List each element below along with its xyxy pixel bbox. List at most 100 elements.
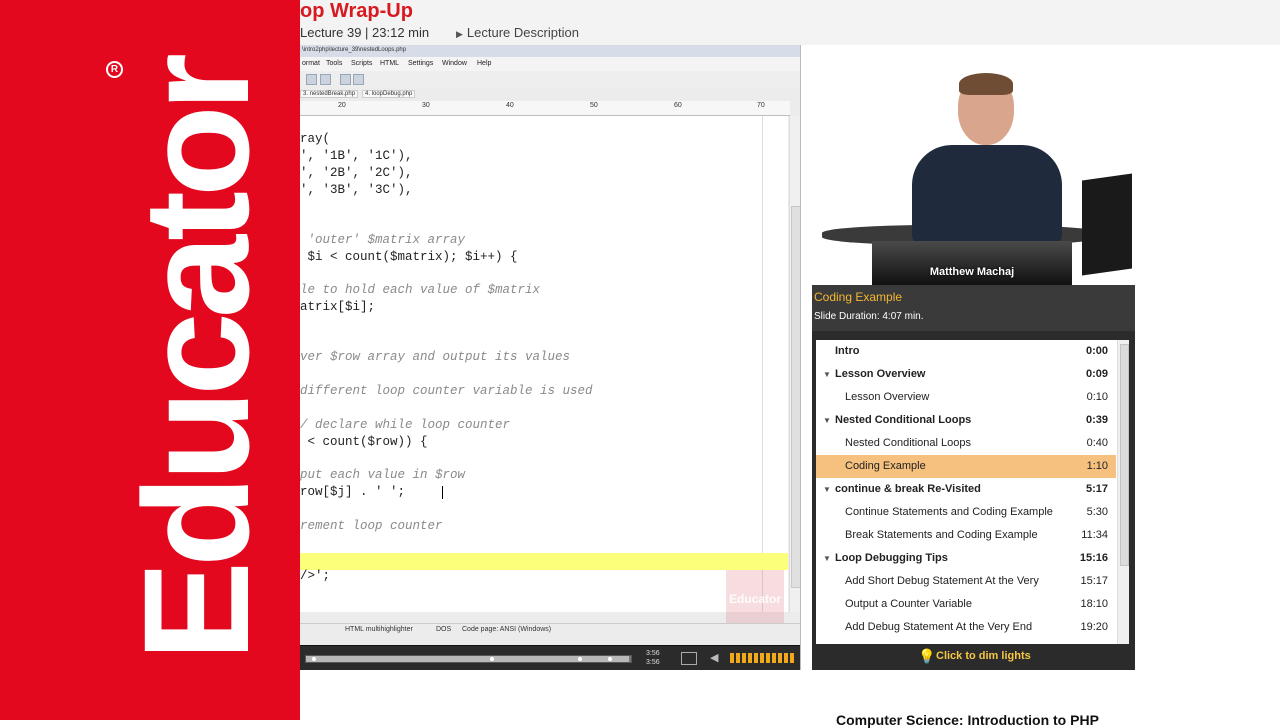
fullscreen-icon[interactable] [681, 652, 697, 665]
toolbar-icon [353, 74, 364, 85]
outline-row[interactable]: Break Statements and Coding Example 11:34 [816, 524, 1116, 547]
editor-menu-item: Help [477, 60, 492, 67]
outline-row-label: Add Debug Statement At the Very End [845, 621, 1033, 633]
editor-toolbar [300, 71, 800, 87]
presenter-name: Matthew Machaj [929, 266, 1015, 278]
outline-row[interactable]: Output a Counter Variable 18:10 [816, 593, 1116, 616]
ruler-tick: 20 [338, 102, 346, 109]
presenter-figure [912, 145, 1062, 245]
text-cursor [442, 486, 443, 499]
registered-mark-icon: R [106, 61, 123, 78]
presenter-hair [959, 73, 1013, 95]
triangle-down-icon[interactable]: ▼ [823, 485, 831, 494]
brand-logo: Educator [112, 58, 280, 662]
outline-row-time: 15:16 [1079, 552, 1108, 564]
lightbulb-icon: 💡 [918, 648, 936, 664]
editor-window-title: \intro2php\lecture_39\nestedLoops.php [302, 47, 407, 53]
outline-row-label: Nested Conditional Loops [845, 437, 971, 449]
outline-row-time: 19:20 [1080, 621, 1108, 633]
outline-row[interactable]: Intro 0:00 [816, 340, 1116, 363]
outline-row-time: 18:10 [1080, 598, 1108, 610]
toolbar-icon [306, 74, 317, 85]
editor-status-bar: HTML multihighlighter DOS Code page: ANS… [300, 623, 800, 636]
outline-row-time: 0:09 [1085, 368, 1108, 380]
presenter-video[interactable]: Matthew Machaj [812, 45, 1132, 285]
code-comment: different loop counter variable is used [300, 384, 593, 398]
chapter-marker [608, 657, 612, 661]
code-line: ray( [300, 132, 331, 146]
outline-row-time: 5:30 [1086, 506, 1108, 518]
editor-tabs: 3. nestedBreak.php 4. loopDebug.php [300, 89, 800, 101]
current-line-highlight [300, 553, 788, 570]
volume-icon[interactable]: ◀ [710, 651, 718, 664]
slide-duration: Slide Duration: 4:07 min. [814, 311, 924, 322]
toolbar-icon [320, 74, 331, 85]
triangle-down-icon[interactable]: ▼ [823, 416, 831, 425]
outline-row-label: Coding Example [845, 460, 926, 472]
educator-watermark: Educator [726, 570, 784, 628]
chapter-marker [578, 657, 582, 661]
volume-slider[interactable] [730, 653, 796, 663]
code-line: />'; [300, 569, 331, 583]
code-area: ray( ', '1B', '1C'), ', '2B', '2C'), ', … [300, 116, 788, 612]
dim-lights-label: Click to dim lights [936, 650, 1031, 662]
outline-row[interactable]: ▼ continue & break Re-Visited 5:17 [816, 478, 1116, 501]
triangle-down-icon[interactable]: ▼ [823, 370, 831, 379]
outline-row-time: 11:34 [1081, 529, 1108, 541]
ruler-tick: 60 [674, 102, 682, 109]
video-player-controls: 3:56 3:56 ◀ [300, 645, 800, 671]
outline-row[interactable]: ▼ Lesson Overview 0:09 [816, 363, 1116, 386]
outline-row-time: 0:40 [1086, 437, 1108, 449]
code-line: ', '1B', '1C'), [300, 149, 413, 163]
ruler-tick: 40 [506, 102, 514, 109]
editor-menu-item: Tools [326, 60, 343, 67]
lecture-description-toggle[interactable]: ▶ Lecture Description [456, 25, 579, 40]
code-line: atrix[$i]; [300, 300, 376, 314]
dim-lights-button[interactable]: 💡 Click to dim lights [812, 646, 1135, 668]
outline-row[interactable]: Continue Statements and Coding Example 5:… [816, 501, 1116, 524]
outline-row[interactable]: ▼ Nested Conditional Loops 0:39 [816, 409, 1116, 432]
outline-row-time: 5:17 [1085, 483, 1108, 495]
ruler-tick: 50 [590, 102, 598, 109]
outline-row-label: Break Statements and Coding Example [845, 529, 1038, 541]
lecture-title: op Wrap-Up [300, 0, 413, 22]
outline-scrollbar[interactable] [1117, 340, 1129, 644]
lecture-header: op Wrap-Up Lecture 39 | 23:12 min ▶ Lectu… [300, 0, 1280, 45]
time-current: 3:56 [646, 650, 660, 657]
chapter-marker [490, 657, 494, 661]
code-line: ', '2B', '2C'), [300, 166, 413, 180]
slide-info: Coding Example Slide Duration: 4:07 min. [812, 285, 1135, 331]
outline-row-time: 1:10 [1086, 460, 1108, 472]
ruler-tick: 30 [422, 102, 430, 109]
right-white-strip [1135, 45, 1280, 670]
outline-row[interactable]: Coding Example 1:10 [816, 455, 1116, 478]
page-footer: Computer Science: Introduction to PHP [300, 670, 1280, 728]
triangle-down-icon[interactable]: ▼ [823, 554, 831, 563]
lecture-description-label: Lecture Description [466, 25, 579, 40]
outline-row-label: Output a Counter Variable [845, 598, 972, 610]
outline-row[interactable]: Lesson Overview 0:10 [816, 386, 1116, 409]
outline-row-label: Intro [835, 345, 860, 357]
brand-panel: Educator R [0, 0, 300, 720]
time-total: 3:56 [646, 659, 660, 666]
code-comment: 'outer' $matrix array [300, 233, 466, 247]
outline-scroll-thumb[interactable] [1120, 344, 1129, 566]
seek-bar[interactable] [305, 655, 632, 663]
editor-tab: 4. loopDebug.php [362, 90, 416, 98]
time-display: 3:56 3:56 [646, 649, 660, 667]
triangle-right-icon: ▶ [456, 29, 463, 39]
outline-row[interactable]: Nested Conditional Loops 0:40 [816, 432, 1116, 455]
lecture-meta: Lecture 39 | 23:12 min [300, 25, 430, 40]
ruler-tick: 70 [757, 102, 765, 109]
outline-row[interactable]: Add Debug Statement At the Very End 19:20 [816, 616, 1116, 639]
outline-row[interactable]: ▼ Loop Debugging Tips 15:16 [816, 547, 1116, 570]
laptop [1082, 173, 1132, 276]
right-margin-line [762, 116, 763, 612]
course-title: Computer Science: Introduction to PHP [836, 712, 1099, 728]
editor-video-frame[interactable]: \intro2php\lecture_39\nestedLoops.php or… [300, 45, 801, 670]
code-line: ', '3B', '3C'), [300, 183, 413, 197]
toolbar-icon [340, 74, 351, 85]
code-comment: put each value in $row [300, 468, 466, 482]
editor-scrollbar [789, 116, 800, 612]
outline-row[interactable]: Add Short Debug Statement At the Very 15:… [816, 570, 1116, 593]
